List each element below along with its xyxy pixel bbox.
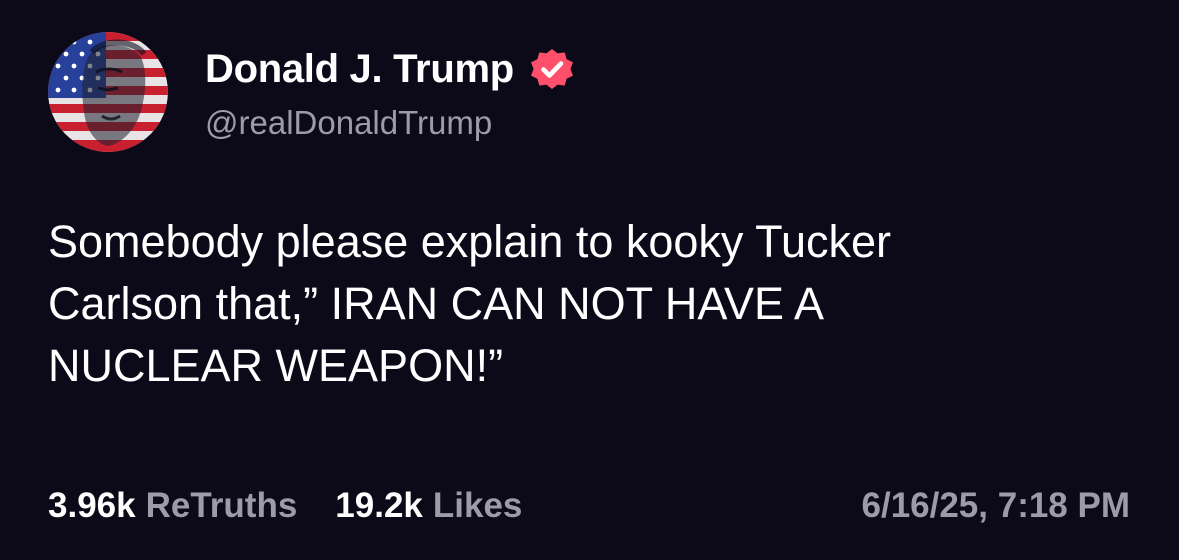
likes-stat[interactable]: 19.2k Likes [335,486,522,526]
retruths-label: ReTruths [145,486,298,525]
verified-badge-icon [528,45,576,93]
truth-post: Donald J. Trump @realDonaldTrump Somebod… [0,0,1179,560]
post-body: Somebody please explain to kooky Tucker … [48,211,1128,397]
post-body-line: NUCLEAR WEAPON!” [48,340,504,391]
author-name-row: Donald J. Trump [205,44,576,94]
retruths-stat[interactable]: 3.96k ReTruths [48,486,297,526]
retruths-count: 3.96k [48,486,136,525]
post-body-line: Somebody please explain to kooky Tucker [48,216,891,267]
likes-label: Likes [432,486,523,525]
flag-portrait-avatar [48,32,168,152]
post-stats: 3.96k ReTruths 19.2k Likes [48,482,522,530]
post-body-line: Carlson that,” IRAN CAN NOT HAVE A [48,278,825,329]
avatar[interactable] [48,32,168,152]
display-name[interactable]: Donald J. Trump [205,47,514,92]
post-timestamp[interactable]: 6/16/25, 7:18 PM [862,482,1131,530]
likes-count: 19.2k [335,486,423,525]
author-handle[interactable]: @realDonaldTrump [205,104,492,142]
